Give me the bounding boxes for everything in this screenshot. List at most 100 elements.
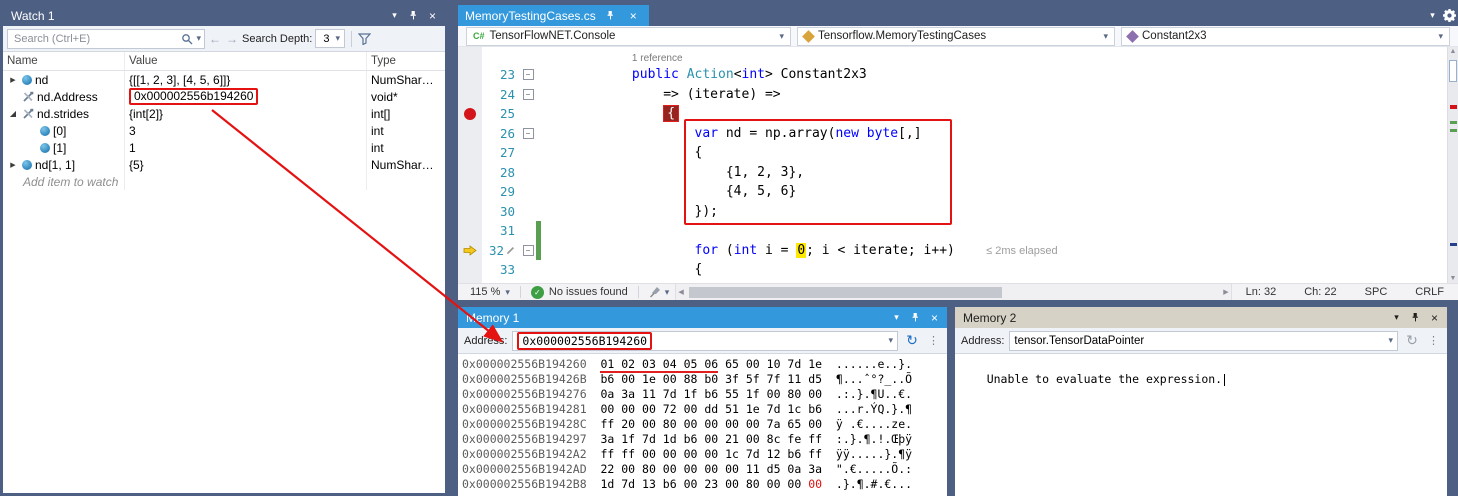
- expander-expanded-icon[interactable]: ◢: [7, 109, 19, 118]
- search-next-icon[interactable]: →: [225, 32, 239, 46]
- watch-row[interactable]: [1]1int: [3, 139, 445, 156]
- watch-value[interactable]: {int[2]}: [125, 105, 367, 122]
- memory1-titlebar: Memory 1 ▾ ×: [458, 307, 947, 328]
- window-position-icon[interactable]: ▾: [1388, 310, 1405, 326]
- filter-icon[interactable]: [358, 33, 371, 45]
- scrollbar-change-mark: [1450, 121, 1457, 124]
- watch-row[interactable]: ▶nd[1, 1]{5}NumShar…: [3, 156, 445, 173]
- hscrollbar-thumb[interactable]: [689, 287, 1002, 298]
- code-cleanup-button[interactable]: ▾: [643, 286, 676, 298]
- fold-toggle-icon[interactable]: −: [523, 245, 534, 256]
- code-line[interactable]: 31: [458, 221, 1447, 241]
- type-chevron-icon: ▾: [1103, 31, 1108, 42]
- scrollbar-thumb[interactable]: [1449, 60, 1457, 82]
- window-position-icon[interactable]: ▾: [386, 8, 403, 24]
- scroll-right-icon[interactable]: ▶: [1223, 288, 1228, 296]
- scroll-down-icon[interactable]: ▼: [1448, 275, 1458, 282]
- window-position-icon[interactable]: ▾: [888, 310, 905, 326]
- code-line[interactable]: 23− public Action<int> Constant2x3: [458, 65, 1447, 85]
- search-options-chevron-icon[interactable]: ▾: [196, 33, 201, 44]
- code-line[interactable]: 33 {: [458, 260, 1447, 280]
- refresh-icon[interactable]: ↻: [1403, 332, 1421, 349]
- code-editor[interactable]: 1 reference23− public Action<int> Consta…: [458, 47, 1458, 283]
- memory2-address-combo[interactable]: tensor.TensorDataPointer ▾: [1009, 331, 1398, 351]
- close-icon[interactable]: ×: [926, 310, 943, 326]
- zoom-select[interactable]: 115 % ▾: [464, 286, 516, 298]
- pin-icon[interactable]: [907, 310, 924, 326]
- code-line[interactable]: 32− for (int i = 0; i < iterate; i++) ≤ …: [458, 241, 1447, 261]
- line-number: 27: [482, 145, 518, 160]
- line-number: 31: [482, 223, 518, 238]
- memory-row: 0x000002556B194281 00 00 00 72 00 dd 51 …: [462, 402, 947, 417]
- current-statement-arrow-icon[interactable]: [463, 245, 477, 256]
- watch-panel: Watch 1 ▾ × ▾ ← → Search Depth: 3 ▾ Name…: [3, 5, 445, 493]
- project-dropdown[interactable]: C# TensorFlowNET.Console ▾: [466, 27, 791, 46]
- tabwell-chevron-icon[interactable]: ▾: [1424, 8, 1441, 24]
- watch-value[interactable]: 3: [125, 122, 367, 139]
- vertical-scrollbar[interactable]: ▲ ▼: [1447, 47, 1458, 283]
- watch-value[interactable]: 0x000002556b194260: [125, 88, 367, 105]
- search-icon[interactable]: [181, 33, 193, 45]
- expander-collapsed-icon[interactable]: ▶: [7, 161, 19, 169]
- memory1-address-combo[interactable]: 0x000002556B194260 ▾: [512, 331, 898, 351]
- type-dropdown[interactable]: Tensorflow.MemoryTestingCases ▾: [797, 27, 1115, 46]
- watch-row[interactable]: ◢nd.strides{int[2]}int[]: [3, 105, 445, 122]
- tabwell-settings-gear-icon[interactable]: [1441, 8, 1458, 24]
- fold-toggle-icon[interactable]: −: [523, 89, 534, 100]
- toolbar-overflow-icon[interactable]: ⋮: [1426, 334, 1441, 347]
- column-header-type[interactable]: Type: [367, 52, 445, 70]
- breakpoint-icon[interactable]: [464, 108, 476, 120]
- memory-row: 0x000002556B194260 01 02 03 04 05 06 65 …: [462, 357, 947, 372]
- member-dropdown[interactable]: Constant2x3 ▾: [1121, 27, 1450, 46]
- code-line[interactable]: 24− => (iterate) =>: [458, 85, 1447, 105]
- code-line[interactable]: 25 {: [458, 104, 1447, 124]
- status-spaces: SPC: [1351, 286, 1402, 298]
- watch-value[interactable]: {5}: [125, 156, 367, 173]
- close-icon[interactable]: ×: [424, 8, 441, 24]
- memory-ascii: ¶...ˆ°?_..Õ: [836, 372, 912, 386]
- watch-value[interactable]: {[[1, 2, 3], [4, 5, 6]]}: [125, 71, 367, 88]
- fold-toggle-icon[interactable]: −: [523, 69, 534, 80]
- fold-toggle-icon[interactable]: −: [523, 128, 534, 139]
- editor-tab[interactable]: MemoryTestingCases.cs ×: [458, 5, 649, 26]
- tab-close-icon[interactable]: ×: [625, 8, 642, 24]
- column-header-value[interactable]: Value: [125, 52, 367, 70]
- watch-value[interactable]: 1: [125, 139, 367, 156]
- close-icon[interactable]: ×: [1426, 310, 1443, 326]
- horizontal-scrollbar[interactable]: ◀ ▶: [675, 284, 1231, 300]
- watch-grid: Name Value Type ▶nd{[[1, 2, 3], [4, 5, 6…: [3, 52, 445, 493]
- code-line[interactable]: 27 {: [458, 143, 1447, 163]
- memory1-address-value[interactable]: 0x000002556B194260: [522, 334, 647, 348]
- search-input[interactable]: [14, 33, 178, 45]
- watch-row[interactable]: nd.Address0x000002556b194260void*: [3, 88, 445, 105]
- code-line[interactable]: 26− var nd = np.array(new byte[,]: [458, 124, 1447, 144]
- code-line[interactable]: 28 {1, 2, 3},: [458, 163, 1447, 183]
- memory1-rows[interactable]: 0x000002556B194260 01 02 03 04 05 06 65 …: [458, 354, 947, 496]
- combo-chevron-icon[interactable]: ▾: [1388, 335, 1393, 346]
- watch-name: nd[1, 1]: [35, 158, 75, 172]
- watch-row[interactable]: ▶nd{[[1, 2, 3], [4, 5, 6]]}NumShar…: [3, 71, 445, 88]
- pin-icon[interactable]: [1407, 310, 1424, 326]
- code-line[interactable]: 30 });: [458, 202, 1447, 222]
- tab-pin-icon[interactable]: [602, 8, 619, 24]
- toolbar-overflow-icon[interactable]: ⋮: [926, 334, 941, 347]
- check-icon: ✓: [531, 286, 544, 299]
- refresh-icon[interactable]: ↻: [903, 332, 921, 349]
- combo-chevron-icon[interactable]: ▾: [888, 335, 893, 346]
- memory2-content[interactable]: Unable to evaluate the expression.: [955, 354, 1447, 496]
- pin-icon[interactable]: [405, 8, 422, 24]
- scroll-up-icon[interactable]: ▲: [1448, 48, 1458, 55]
- search-previous-icon[interactable]: ←: [208, 32, 222, 46]
- search-depth-select[interactable]: 3 ▾: [315, 29, 345, 48]
- column-header-name[interactable]: Name: [3, 52, 125, 70]
- watch-row[interactable]: [0]3int: [3, 122, 445, 139]
- add-watch-row[interactable]: Add item to watch: [3, 173, 445, 190]
- issues-indicator[interactable]: ✓ No issues found: [525, 286, 634, 299]
- watch-search-box[interactable]: ▾: [7, 29, 205, 49]
- annotation-code-box: [684, 119, 952, 225]
- code-line[interactable]: 29 {4, 5, 6}: [458, 182, 1447, 202]
- field-sphere-icon: [22, 75, 32, 85]
- expander-collapsed-icon[interactable]: ▶: [7, 76, 19, 84]
- code-line[interactable]: 1 reference: [458, 49, 1447, 65]
- memory2-address-value[interactable]: tensor.TensorDataPointer: [1014, 335, 1144, 347]
